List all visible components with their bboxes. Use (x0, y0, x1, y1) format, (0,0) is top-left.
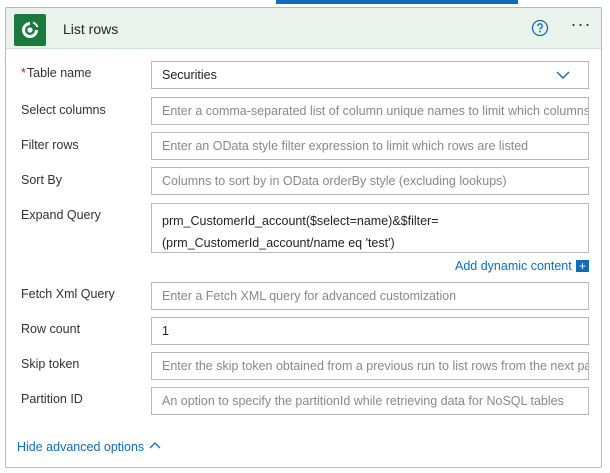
sort-by-input[interactable]: Columns to sort by in OData orderBy styl… (151, 167, 589, 195)
list-rows-action-card: List rows ··· *Table name Securities Sel… (5, 7, 602, 468)
fetch-xml-label: Fetch Xml Query (21, 287, 115, 301)
expand-query-line-2: (prm_CustomerId_account/name eq 'test') (162, 236, 395, 250)
expand-query-input[interactable]: prm_CustomerId_account($select=name)&$fi… (151, 203, 589, 253)
chevron-up-icon[interactable] (149, 440, 161, 450)
dataverse-logo-icon (14, 14, 46, 46)
row-count-input[interactable]: 1 (151, 317, 589, 345)
skip-token-label: Skip token (21, 357, 80, 371)
fetch-xml-input[interactable]: Enter a Fetch XML query for advanced cus… (151, 282, 589, 310)
table-name-label: *Table name (21, 66, 92, 80)
filter-rows-input[interactable]: Enter an OData style filter expression t… (151, 132, 589, 160)
plus-icon[interactable]: + (576, 260, 589, 272)
action-header[interactable]: List rows ··· (6, 8, 601, 49)
skip-token-input[interactable]: Enter the skip token obtained from a pre… (151, 352, 589, 380)
row-count-label: Row count (21, 322, 81, 336)
filter-rows-label: Filter rows (21, 138, 79, 152)
expand-query-label: Expand Query (21, 208, 101, 222)
hide-advanced-options-link[interactable]: Hide advanced options (17, 440, 144, 454)
more-options-icon[interactable]: ··· (568, 15, 594, 38)
action-title: List rows (63, 21, 119, 37)
expand-query-line-1: prm_CustomerId_account($select=name)&$fi… (162, 214, 439, 228)
table-name-dropdown[interactable]: Securities (151, 61, 589, 89)
help-icon[interactable] (531, 19, 549, 37)
add-dynamic-content-link[interactable]: Add dynamic content (455, 259, 572, 273)
select-columns-input[interactable]: Enter a comma-separated list of column u… (151, 97, 589, 125)
select-columns-label: Select columns (21, 103, 106, 117)
partition-id-input[interactable]: An option to specify the partitionId whi… (151, 387, 589, 415)
required-marker: * (21, 66, 26, 80)
chevron-down-icon (556, 71, 570, 79)
table-name-value: Securities (162, 68, 217, 82)
top-accent-bar (276, 0, 518, 4)
partition-id-label: Partition ID (21, 392, 83, 406)
sort-by-label: Sort By (21, 173, 62, 187)
